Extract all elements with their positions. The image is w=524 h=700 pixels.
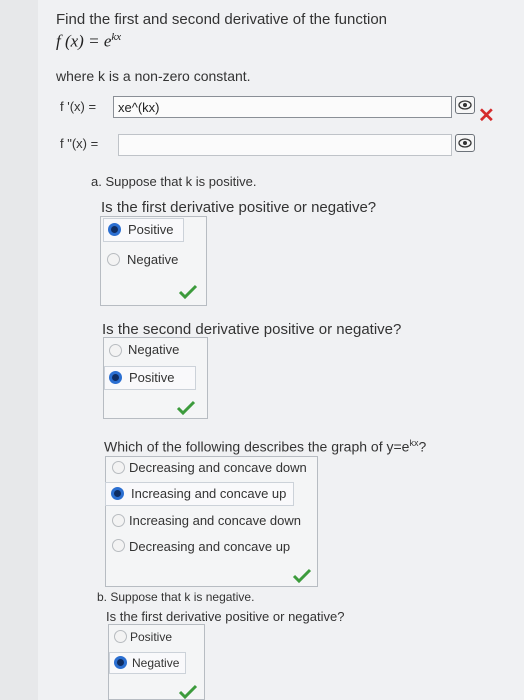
q3-text-prefix: Which of the following describes the gra… bbox=[104, 438, 410, 455]
option-label: Increasing and concave up bbox=[131, 486, 287, 501]
radio-unselected[interactable] bbox=[114, 630, 127, 643]
option-label: Decreasing and concave up bbox=[129, 539, 291, 554]
correct-check-icon bbox=[292, 568, 312, 584]
radio-selected[interactable] bbox=[111, 487, 124, 500]
second-derivative-input[interactable] bbox=[118, 134, 452, 156]
second-derivative-label: f "(x) = bbox=[60, 136, 99, 151]
radio-unselected[interactable] bbox=[109, 344, 122, 357]
part-a-intro: a. Suppose that k is positive. bbox=[91, 174, 257, 189]
incorrect-x-icon: ✕ bbox=[478, 105, 495, 127]
question-title: Find the first and second derivative of … bbox=[56, 11, 388, 28]
function-lhs: f (x) = e bbox=[56, 31, 112, 51]
option-label: Increasing and concave down bbox=[129, 513, 302, 528]
correct-check-icon bbox=[178, 684, 198, 700]
function-definition: f (x) = ekx bbox=[56, 31, 121, 52]
correct-check-icon bbox=[178, 284, 198, 300]
first-derivative-input[interactable]: xe^(kx) bbox=[113, 96, 452, 118]
option-label: Negative bbox=[127, 252, 179, 267]
option-label: Positive bbox=[130, 630, 173, 644]
radio-selected[interactable] bbox=[108, 223, 121, 236]
radio-selected[interactable] bbox=[109, 371, 122, 384]
radio-selected[interactable] bbox=[114, 656, 127, 669]
option-positive[interactable]: Positive bbox=[104, 366, 196, 390]
option-positive[interactable]: Positive bbox=[103, 218, 184, 242]
correct-check-icon bbox=[176, 400, 196, 416]
option-negative[interactable]: Negative bbox=[109, 652, 186, 674]
q3-text-suffix: ? bbox=[418, 438, 427, 455]
part-a-q2-text: Is the second derivative positive or neg… bbox=[102, 321, 402, 338]
first-derivative-label: f '(x) = bbox=[60, 99, 97, 114]
option-label: Positive bbox=[129, 370, 175, 385]
radio-unselected[interactable] bbox=[112, 461, 125, 474]
option-increasing-concave-up[interactable]: Increasing and concave up bbox=[105, 482, 294, 506]
where-note: where k is a non-zero constant. bbox=[56, 68, 251, 84]
function-exponent: kx bbox=[111, 31, 122, 43]
preview-eye-button-2[interactable] bbox=[455, 134, 475, 152]
part-b-intro: b. Suppose that k is negative. bbox=[97, 590, 255, 604]
radio-unselected[interactable] bbox=[112, 539, 125, 552]
preview-eye-button-1[interactable] bbox=[455, 96, 475, 114]
eye-icon bbox=[458, 100, 472, 110]
option-label: Positive bbox=[128, 222, 174, 237]
part-a-q1-text: Is the first derivative positive or nega… bbox=[101, 199, 377, 216]
radio-unselected[interactable] bbox=[112, 514, 125, 527]
option-label: Negative bbox=[128, 342, 180, 357]
option-label: Negative bbox=[132, 656, 180, 670]
part-b-q1-text: Is the first derivative positive or nega… bbox=[106, 609, 345, 624]
option-label: Decreasing and concave down bbox=[129, 460, 307, 475]
eye-icon bbox=[458, 138, 472, 148]
radio-unselected[interactable] bbox=[107, 253, 120, 266]
part-a-q3-text: Which of the following describes the gra… bbox=[104, 438, 426, 455]
